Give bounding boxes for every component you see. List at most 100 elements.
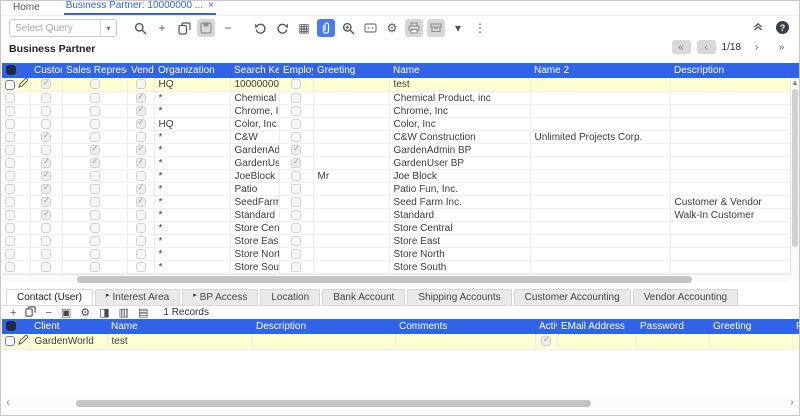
cell-vendor[interactable] xyxy=(127,118,154,131)
cell-vendor[interactable] xyxy=(127,92,154,105)
row-select-checkbox[interactable] xyxy=(5,80,15,90)
row-selector-cell[interactable] xyxy=(2,183,30,196)
vendor-checkbox[interactable] xyxy=(136,132,146,142)
employee-checkbox[interactable] xyxy=(291,210,301,220)
detail-delete-record-icon[interactable]: − xyxy=(45,307,51,319)
cell-employee[interactable] xyxy=(279,261,313,274)
cell-greeting[interactable] xyxy=(313,261,389,274)
cell-employee[interactable] xyxy=(279,183,313,196)
cell-description[interactable] xyxy=(670,78,800,92)
tab-home[interactable]: Home xyxy=(11,0,42,15)
customer-checkbox[interactable] xyxy=(41,262,51,272)
cell-name[interactable]: Store East xyxy=(389,235,530,248)
refresh-icon[interactable] xyxy=(273,19,291,37)
sales_rep-checkbox[interactable] xyxy=(90,223,100,233)
cell-vendor[interactable] xyxy=(127,105,154,118)
detail-save-icon[interactable]: ▣ xyxy=(61,307,71,319)
row-selector-cell[interactable] xyxy=(2,144,30,157)
sales_rep-checkbox[interactable] xyxy=(90,197,100,207)
cell-name2[interactable]: Unlimited Projects Corp. xyxy=(530,131,670,144)
cell-name2[interactable] xyxy=(530,196,670,209)
cell-customer[interactable] xyxy=(30,248,62,261)
cell-sales-rep[interactable] xyxy=(62,105,127,118)
cell-sales-rep[interactable] xyxy=(62,222,127,235)
cell-organization[interactable]: * xyxy=(154,131,230,144)
cell-organization[interactable]: HQ xyxy=(154,78,230,92)
cell-greeting[interactable] xyxy=(313,196,389,209)
table-row[interactable]: *Store EastStore East xyxy=(2,235,800,248)
main-vertical-scrollbar[interactable]: ▲ xyxy=(790,78,798,274)
vendor-checkbox[interactable] xyxy=(136,223,146,233)
cell-search-key[interactable]: C&W xyxy=(230,131,279,144)
sales_rep-checkbox[interactable] xyxy=(90,184,100,194)
col-partner[interactable]: Partn xyxy=(792,319,800,334)
cell-description[interactable] xyxy=(670,248,800,261)
cell-greeting[interactable] xyxy=(313,157,389,170)
cell-name2[interactable] xyxy=(530,92,670,105)
row-selector-cell[interactable] xyxy=(2,105,30,118)
employee-checkbox[interactable] xyxy=(291,158,301,168)
row-selector-cell[interactable] xyxy=(2,222,30,235)
cell-description[interactable] xyxy=(670,183,800,196)
table-row[interactable]: *Store NorthStore North xyxy=(2,248,800,261)
cell-sales-rep[interactable] xyxy=(62,118,127,131)
vendor-checkbox[interactable] xyxy=(136,184,146,194)
customer-checkbox[interactable] xyxy=(41,158,51,168)
cell-employee[interactable] xyxy=(279,196,313,209)
cell-sales-rep[interactable] xyxy=(62,78,127,92)
cell-employee[interactable] xyxy=(279,105,313,118)
attachment-icon[interactable] xyxy=(317,19,335,37)
row-select-checkbox[interactable] xyxy=(5,210,15,220)
row-selector-cell[interactable] xyxy=(2,170,30,183)
col-email-address[interactable]: EMail Address xyxy=(557,319,636,334)
cell-active[interactable] xyxy=(535,334,557,349)
sales_rep-checkbox[interactable] xyxy=(90,79,100,89)
vendor-checkbox[interactable] xyxy=(136,249,146,259)
cell-greeting[interactable] xyxy=(313,118,389,131)
cell-vendor[interactable] xyxy=(127,78,154,92)
print-icon[interactable] xyxy=(405,19,423,37)
tab-business-partner[interactable]: Business Partner: 10000000 ... × xyxy=(64,0,216,15)
cell-search-key[interactable]: Patio xyxy=(230,183,279,196)
edit-row-icon[interactable] xyxy=(18,335,28,348)
cell-vendor[interactable] xyxy=(127,222,154,235)
cell-customer[interactable] xyxy=(30,170,62,183)
cell-name[interactable]: GardenUser BP xyxy=(389,157,530,170)
cell-name[interactable]: Chemical Product, inc xyxy=(389,92,530,105)
col-name2[interactable]: Name 2 xyxy=(530,63,670,78)
cell-employee[interactable] xyxy=(279,209,313,222)
scroll-up-icon[interactable]: ▲ xyxy=(791,78,798,87)
cell-search-key[interactable]: Store Central xyxy=(230,222,279,235)
row-selector-cell[interactable] xyxy=(2,235,30,248)
cell-organization[interactable]: * xyxy=(154,105,230,118)
collapse-icon[interactable] xyxy=(752,20,764,35)
vendor-checkbox[interactable] xyxy=(136,106,146,116)
cell-employee[interactable] xyxy=(279,222,313,235)
cell-greeting[interactable] xyxy=(313,209,389,222)
sales_rep-checkbox[interactable] xyxy=(90,119,100,129)
cell-name[interactable]: Standard xyxy=(389,209,530,222)
cell-customer[interactable] xyxy=(30,144,62,157)
table-row[interactable]: *StandardStandardWalk-In Customer xyxy=(2,209,800,222)
cell-search-key[interactable]: GardenAdmin xyxy=(230,144,279,157)
cell-organization[interactable]: * xyxy=(154,196,230,209)
cell-greeting[interactable] xyxy=(313,235,389,248)
vendor-checkbox[interactable] xyxy=(136,158,146,168)
vendor-checkbox[interactable] xyxy=(136,262,146,272)
cell-sales-rep[interactable] xyxy=(62,248,127,261)
cell-description[interactable]: Walk-In Customer xyxy=(670,209,800,222)
cell-greeting[interactable] xyxy=(313,105,389,118)
cell-greeting[interactable]: Mr xyxy=(313,170,389,183)
cell-employee[interactable] xyxy=(279,235,313,248)
col-client[interactable]: Client xyxy=(30,319,107,334)
zoom-icon[interactable] xyxy=(339,19,357,37)
customer-checkbox[interactable] xyxy=(41,145,51,155)
table-row[interactable]: *Store CentralStore Central xyxy=(2,222,800,235)
cell-organization[interactable]: * xyxy=(154,183,230,196)
customer-checkbox[interactable] xyxy=(41,106,51,116)
scroll-right-icon[interactable]: › xyxy=(786,398,798,408)
cell-vendor[interactable] xyxy=(127,235,154,248)
customer-checkbox[interactable] xyxy=(41,223,51,233)
col-comments[interactable]: Comments xyxy=(395,319,535,334)
tab-shipping-accounts[interactable]: Shipping Accounts xyxy=(407,289,511,305)
